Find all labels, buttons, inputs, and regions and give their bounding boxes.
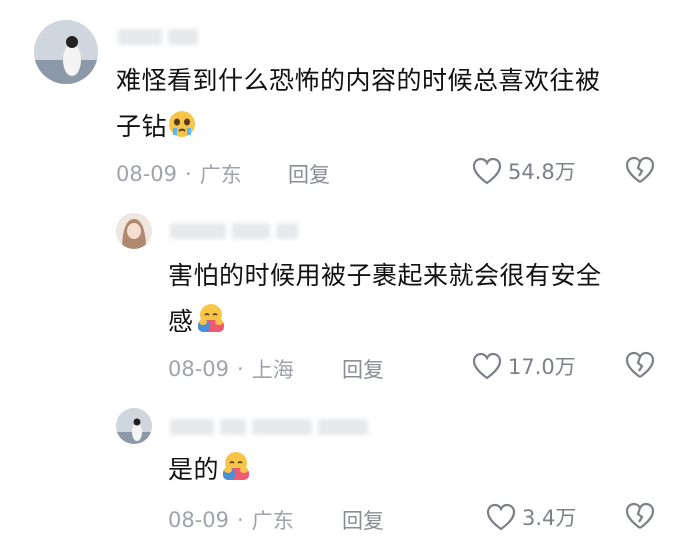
broken-heart-icon xyxy=(625,502,655,529)
dislike-button[interactable] xyxy=(625,156,655,188)
avatar[interactable] xyxy=(116,408,152,444)
avatar[interactable] xyxy=(34,20,98,84)
comment-location: 上海 xyxy=(251,358,294,382)
comment-text: 害怕的时候用被子裹起来就会很有安全 感 xyxy=(168,253,602,349)
crying-face-icon xyxy=(167,108,197,154)
reply-button[interactable]: 回复 xyxy=(342,505,384,535)
meta-separator: · xyxy=(185,162,192,186)
hugging-face-icon xyxy=(194,302,228,349)
username-blurred[interactable] xyxy=(118,28,198,46)
like-count: 17.0万 xyxy=(508,355,576,379)
comment-meta: 08-09 · 上海 xyxy=(168,354,294,384)
broken-heart-icon xyxy=(625,351,655,378)
dislike-button[interactable] xyxy=(625,502,655,534)
avatar[interactable] xyxy=(116,213,152,249)
username-blurred[interactable] xyxy=(170,418,368,436)
reply-button[interactable]: 回复 xyxy=(288,159,330,189)
heart-icon xyxy=(472,352,502,380)
comment-date: 08-09 xyxy=(116,162,178,186)
comment-date: 08-09 xyxy=(168,508,230,532)
comment-meta: 08-09 · 广东 xyxy=(116,159,242,189)
comment-text: 难怪看到什么恐怖的内容的时候总喜欢往被 子钻 xyxy=(116,58,601,154)
heart-icon xyxy=(486,503,516,531)
comment-text: 是的 xyxy=(168,447,253,497)
reply-button[interactable]: 回复 xyxy=(342,354,384,384)
broken-heart-icon xyxy=(625,156,655,183)
comment-date: 08-09 xyxy=(168,357,230,381)
like-count: 54.8万 xyxy=(508,160,576,184)
meta-separator: · xyxy=(237,508,244,532)
comment-meta: 08-09 · 广东 xyxy=(168,505,294,535)
hugging-face-icon xyxy=(219,450,253,497)
heart-icon xyxy=(472,157,502,185)
meta-separator: · xyxy=(237,357,244,381)
dislike-button[interactable] xyxy=(625,351,655,383)
like-button[interactable]: 54.8万 xyxy=(472,156,576,186)
comment-location: 广东 xyxy=(199,163,242,187)
username-blurred[interactable] xyxy=(170,222,298,240)
like-count: 3.4万 xyxy=(522,506,577,530)
like-button[interactable]: 3.4万 xyxy=(486,502,576,532)
comment-location: 广东 xyxy=(251,509,294,533)
like-button[interactable]: 17.0万 xyxy=(472,351,576,381)
